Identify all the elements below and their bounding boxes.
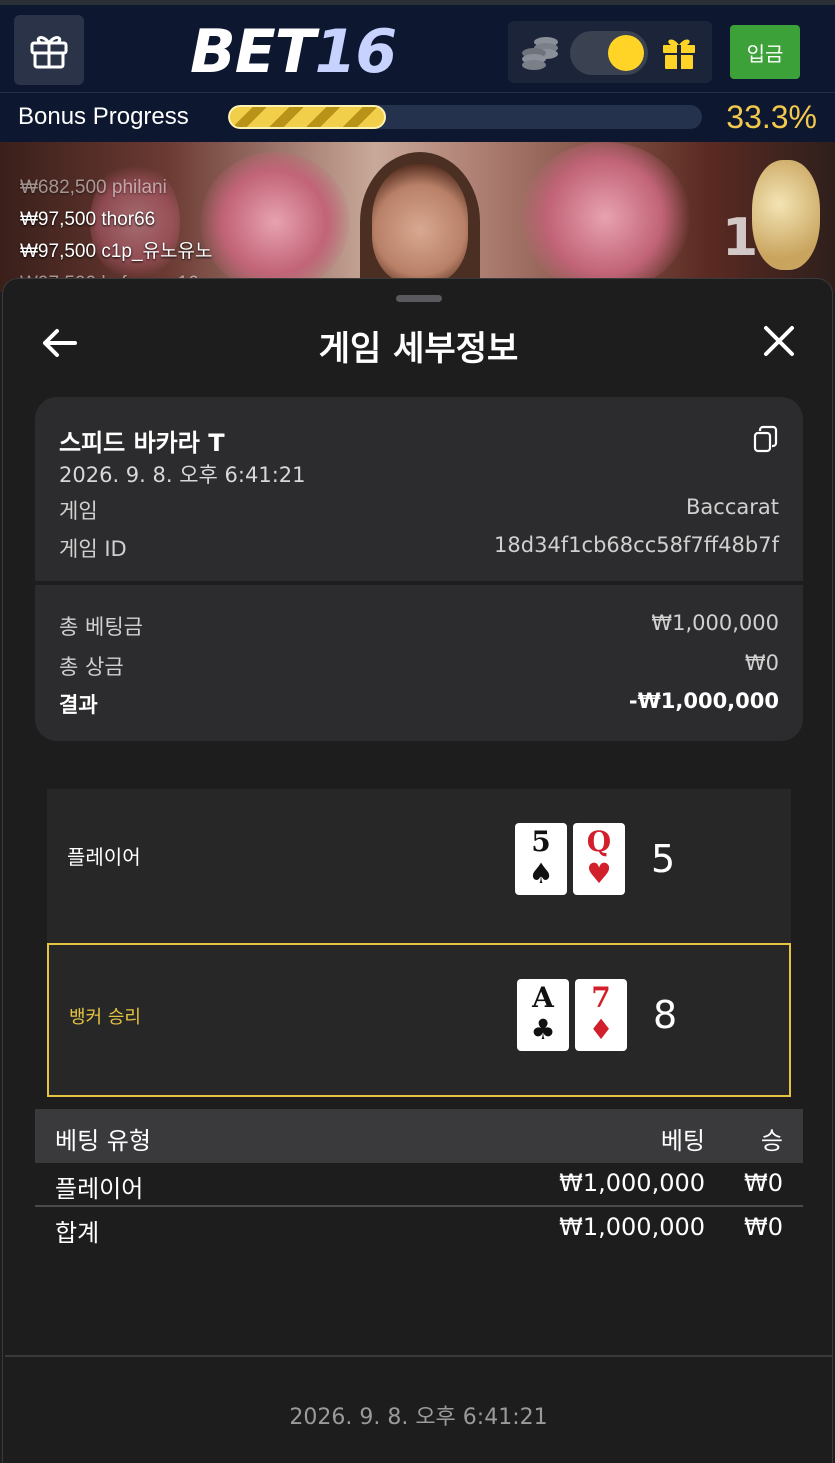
deposit-button[interactable]: 입금 [730,25,800,79]
bets-table-header: 베팅 유형 베팅 승 [35,1109,803,1163]
club-suit-icon: ♣ [530,1013,556,1046]
table-total-row: 합계 ₩1,000,000 ₩0 [35,1207,803,1251]
blossom-decor [200,152,350,292]
game-id-label: 게임 ID [59,537,127,561]
game-value: Baccarat [686,495,779,519]
gift-box-icon [30,36,68,69]
toggle-knob [608,35,644,71]
total-win-value: ₩0 [744,651,779,675]
sheet-drag-handle[interactable] [396,295,442,302]
player-score: 5 [651,837,676,881]
winners-feed: ₩682,500 philani ₩97,500 thor66 ₩97,500 … [20,172,212,292]
brand-logo[interactable]: BET16 [190,17,397,87]
game-id-value: 18d34f1cb68cc58f7ff48b7f [494,533,779,557]
video-overlay-number: 1 [722,208,759,268]
total-bet-amount: ₩1,000,000 [559,1213,705,1241]
playing-card: 7 ♦ [575,979,627,1051]
result-label: 결과 [59,693,98,717]
footer-datetime: 2026. 9. 8. 오후 6:41:21 [289,1405,548,1430]
bonus-progress-bar: Bonus Progress 33.3% [0,92,835,142]
heart-suit-icon: ♥ [586,857,612,890]
banker-cards: A ♣ 7 ♦ [517,979,627,1051]
card-rank: Q [586,825,612,858]
coins-icon[interactable] [520,33,560,71]
result-value: -₩1,000,000 [628,689,779,713]
card-rank: A [532,981,554,1014]
game-datetime: 2026. 9. 8. 오후 6:41:21 [59,463,306,487]
top-bar: BET16 입금 [0,0,835,92]
total-label: 합계 [55,1219,100,1247]
copy-icon[interactable] [753,425,779,453]
banker-hand-label: 뱅커 승리 [69,1007,141,1028]
bonus-percent: 33.3% [726,99,817,135]
total-bet-label: 총 베팅금 [59,615,143,639]
dealer-face [372,164,468,284]
feed-row: ₩682,500 philani [20,177,167,198]
diamond-suit-icon: ♦ [588,1013,614,1046]
game-name: 스피드 바카라 T [59,429,225,457]
card-rank: 7 [591,981,611,1014]
balance-controls [508,21,712,83]
game-details-sheet: 게임 세부정보 스피드 바카라 T 2026. 9. 8. 오후 6:41:21… [2,278,833,1463]
bet-summary-card: 총 베팅금 ₩1,000,000 총 상금 ₩0 결과 -₩1,000,000 [35,585,803,741]
header-bet-type: 베팅 유형 [55,1127,151,1155]
bonus-gift-icon[interactable] [660,33,698,71]
player-hand-label: 플레이어 [67,845,141,869]
total-win-label: 총 상금 [59,655,124,679]
blossom-decor [520,142,690,292]
sheet-title: 게임 세부정보 [318,329,519,369]
logo-number: 16 [314,17,397,87]
header-bet: 베팅 [660,1127,705,1155]
feed-row: ₩97,500 thor66 [20,209,156,230]
feed-row: ₩97,500 c1p_유노유노 [20,241,213,262]
banker-hand: 뱅커 승리 A ♣ 7 ♦ 8 [47,943,791,1097]
spade-suit-icon: ♠ [528,857,554,890]
close-button[interactable] [759,321,799,361]
playing-card: 5 ♠ [515,823,567,895]
bonus-fill [228,105,386,129]
header-win: 승 [760,1127,783,1155]
logo-text: BET [190,17,316,87]
game-label: 게임 [59,499,98,523]
player-cards: 5 ♠ Q ♥ [515,823,625,895]
playing-card: Q ♥ [573,823,625,895]
total-win-amount: ₩0 [744,1213,783,1241]
live-video-stream: 1 ₩682,500 philani ₩97,500 thor66 ₩97,50… [0,142,835,292]
row-bet-type: 플레이어 [55,1175,144,1203]
bonus-label: Bonus Progress [18,103,189,130]
lantern-decor [752,160,820,270]
player-hand: 플레이어 5 ♠ Q ♥ 5 [47,789,791,943]
row-bet-amount: ₩1,000,000 [559,1169,705,1197]
row-win-amount: ₩0 [744,1169,783,1197]
close-icon [764,326,794,356]
promotions-gift-button[interactable] [14,15,84,85]
table-row: 플레이어 ₩1,000,000 ₩0 [35,1163,803,1207]
footer-divider [5,1355,832,1357]
bonus-track [228,105,702,129]
total-bet-value: ₩1,000,000 [651,611,779,635]
playing-card: A ♣ [517,979,569,1051]
currency-toggle[interactable] [570,31,648,75]
card-rank: 5 [531,825,551,858]
banker-score: 8 [653,993,678,1037]
game-info-card: 스피드 바카라 T 2026. 9. 8. 오후 6:41:21 게임 Bacc… [35,397,803,581]
